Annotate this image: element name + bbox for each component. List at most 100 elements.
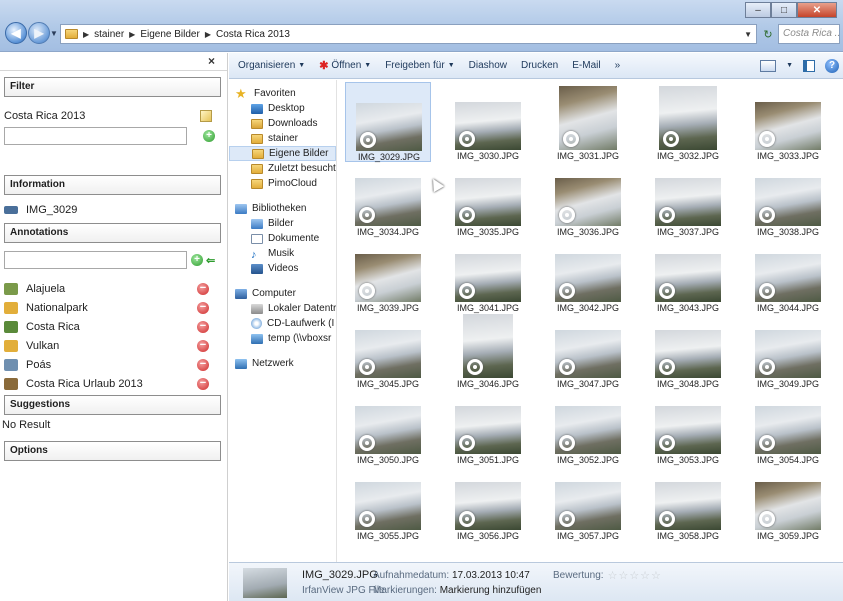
breadcrumb-item[interactable]: stainer	[94, 29, 124, 40]
maximize-button[interactable]: □	[771, 2, 797, 18]
file-thumbnail[interactable]: IMG_3039.JPG	[345, 234, 431, 314]
file-thumbnail[interactable]: IMG_3052.JPG	[545, 386, 631, 466]
refresh-button[interactable]: ↻	[760, 24, 776, 44]
arrow-left-icon[interactable]: ⇐	[206, 254, 215, 267]
address-dropdown-icon[interactable]: ▼	[744, 30, 752, 39]
recent-pages-dropdown[interactable]: ▼	[50, 29, 58, 38]
nav-item[interactable]: Lokaler Datentr	[229, 301, 336, 316]
remove-annotation-icon[interactable]: −	[197, 301, 209, 314]
chevron-right-icon[interactable]: ▶	[129, 30, 135, 39]
annotations-section-head[interactable]: Annotations	[4, 223, 221, 243]
minimize-button[interactable]: –	[745, 2, 771, 18]
close-panel-icon[interactable]: ×	[208, 54, 215, 68]
file-thumbnail[interactable]: IMG_3041.JPG	[445, 234, 531, 314]
nav-item[interactable]: Eigene Bilder	[229, 146, 336, 161]
file-thumbnail[interactable]: IMG_3059.JPG	[745, 462, 831, 542]
file-thumbnail[interactable]: IMG_3053.JPG	[645, 386, 731, 466]
remove-annotation-icon[interactable]: −	[197, 358, 209, 371]
filter-input[interactable]	[4, 127, 187, 145]
close-button[interactable]: ✕	[797, 2, 837, 18]
chevron-right-icon[interactable]: ▶	[205, 30, 211, 39]
remove-annotation-icon[interactable]: −	[197, 377, 209, 390]
file-thumbnail[interactable]: IMG_3048.JPG	[645, 310, 731, 390]
nav-network[interactable]: Netzwerk	[229, 356, 336, 371]
print-button[interactable]: Drucken	[521, 60, 558, 71]
email-button[interactable]: E-Mail	[572, 60, 600, 71]
more-commands-button[interactable]: »	[615, 60, 621, 71]
annotation-item[interactable]: Costa Rica −	[0, 317, 227, 336]
breadcrumb-item[interactable]: Costa Rica 2013	[216, 29, 290, 40]
file-thumbnail[interactable]: IMG_3049.JPG	[745, 310, 831, 390]
preview-pane-icon[interactable]	[803, 59, 815, 72]
file-thumbnail[interactable]: IMG_3055.JPG	[345, 462, 431, 542]
nav-item[interactable]: Desktop	[229, 101, 336, 116]
nav-item[interactable]: Videos	[229, 261, 336, 276]
annotation-input[interactable]	[4, 251, 187, 269]
back-button[interactable]: ◀	[5, 22, 27, 44]
nav-item[interactable]: Zuletzt besucht	[229, 161, 336, 176]
share-button[interactable]: Freigeben für ▼	[385, 60, 454, 71]
file-thumbnail[interactable]: IMG_3046.JPG	[445, 310, 531, 390]
annotation-item[interactable]: Poás −	[0, 355, 227, 374]
address-bar[interactable]: ▶ stainer ▶ Eigene Bilder ▶ Costa Rica 2…	[60, 24, 757, 44]
file-thumbnail[interactable]: IMG_3042.JPG	[545, 234, 631, 314]
slideshow-button[interactable]: Diashow	[469, 60, 507, 71]
annotation-item[interactable]: Vulkan −	[0, 336, 227, 355]
file-thumbnail[interactable]: IMG_3030.JPG	[445, 82, 531, 162]
file-thumbnail[interactable]: IMG_3032.JPG	[645, 82, 731, 162]
file-thumbnail[interactable]: IMG_3051.JPG	[445, 386, 531, 466]
file-thumbnail[interactable]: IMG_3045.JPG	[345, 310, 431, 390]
file-thumbnail[interactable]: IMG_3057.JPG	[545, 462, 631, 542]
nav-item[interactable]: stainer	[229, 131, 336, 146]
remove-annotation-icon[interactable]: −	[197, 282, 209, 295]
nav-item[interactable]: Bilder	[229, 216, 336, 231]
annotation-item[interactable]: Alajuela −	[0, 279, 227, 298]
file-thumbnail[interactable]: IMG_3035.JPG	[445, 158, 531, 238]
chevron-down-icon[interactable]: ▼	[786, 62, 793, 69]
nav-item[interactable]: temp (\\vboxsr	[229, 331, 336, 346]
file-thumbnail[interactable]: IMG_3033.JPG	[745, 82, 831, 162]
remove-annotation-icon[interactable]: −	[197, 320, 209, 333]
file-thumbnail[interactable]: IMG_3043.JPG	[645, 234, 731, 314]
nav-item[interactable]: CD-Laufwerk (I	[229, 316, 336, 331]
breadcrumb-item[interactable]: Eigene Bilder	[140, 29, 199, 40]
file-thumbnail[interactable]: IMG_3037.JPG	[645, 158, 731, 238]
organize-button[interactable]: Organisieren ▼	[238, 60, 305, 71]
file-thumbnail[interactable]: IMG_3034.JPG	[345, 158, 431, 238]
change-view-icon[interactable]	[760, 59, 777, 72]
information-section-head[interactable]: Information	[4, 175, 221, 195]
file-thumbnail[interactable]: IMG_3047.JPG	[545, 310, 631, 390]
open-button[interactable]: ✱ Öffnen ▼	[319, 59, 371, 72]
search-input[interactable]: Costa Rica ...	[778, 24, 840, 44]
help-icon[interactable]: ?	[825, 58, 839, 73]
nav-item[interactable]: Dokumente	[229, 231, 336, 246]
edit-icon[interactable]	[200, 110, 212, 122]
options-section-head[interactable]: Options	[4, 441, 221, 461]
file-thumbnail[interactable]: IMG_3050.JPG	[345, 386, 431, 466]
filter-section-head[interactable]: Filter	[4, 77, 221, 97]
add-annotation-icon[interactable]: +	[191, 254, 203, 266]
file-thumbnail[interactable]: IMG_3031.JPG	[545, 82, 631, 162]
add-filter-icon[interactable]: +	[203, 130, 215, 142]
nav-favorites[interactable]: ★ Favoriten	[229, 86, 336, 101]
file-thumbnail[interactable]: IMG_3056.JPG	[445, 462, 531, 542]
nav-item[interactable]: PimoCloud	[229, 176, 336, 191]
file-thumbnail[interactable]: IMG_3036.JPG	[545, 158, 631, 238]
annotation-item[interactable]: Nationalpark −	[0, 298, 227, 317]
nav-libraries[interactable]: Bibliotheken	[229, 201, 336, 216]
annotation-item[interactable]: Costa Rica Urlaub 2013 −	[0, 374, 227, 393]
forward-button[interactable]: ▶	[28, 22, 50, 44]
chevron-right-icon[interactable]: ▶	[83, 30, 89, 39]
rating-stars-icon[interactable]: ☆☆☆☆☆	[608, 569, 662, 582]
suggestions-section-head[interactable]: Suggestions	[4, 395, 221, 415]
details-tags-value[interactable]: Markierung hinzufügen	[440, 585, 542, 596]
details-date-value[interactable]: 17.03.2013 10:47	[452, 570, 530, 581]
nav-item[interactable]: ♪ Musik	[229, 246, 336, 261]
nav-item[interactable]: Downloads	[229, 116, 336, 131]
remove-annotation-icon[interactable]: −	[197, 339, 209, 352]
file-thumbnail[interactable]: IMG_3038.JPG	[745, 158, 831, 238]
file-thumbnail[interactable]: IMG_3054.JPG	[745, 386, 831, 466]
file-thumbnail[interactable]: IMG_3058.JPG	[645, 462, 731, 542]
file-thumbnail[interactable]: IMG_3029.JPG	[345, 82, 431, 162]
nav-computer[interactable]: Computer	[229, 286, 336, 301]
